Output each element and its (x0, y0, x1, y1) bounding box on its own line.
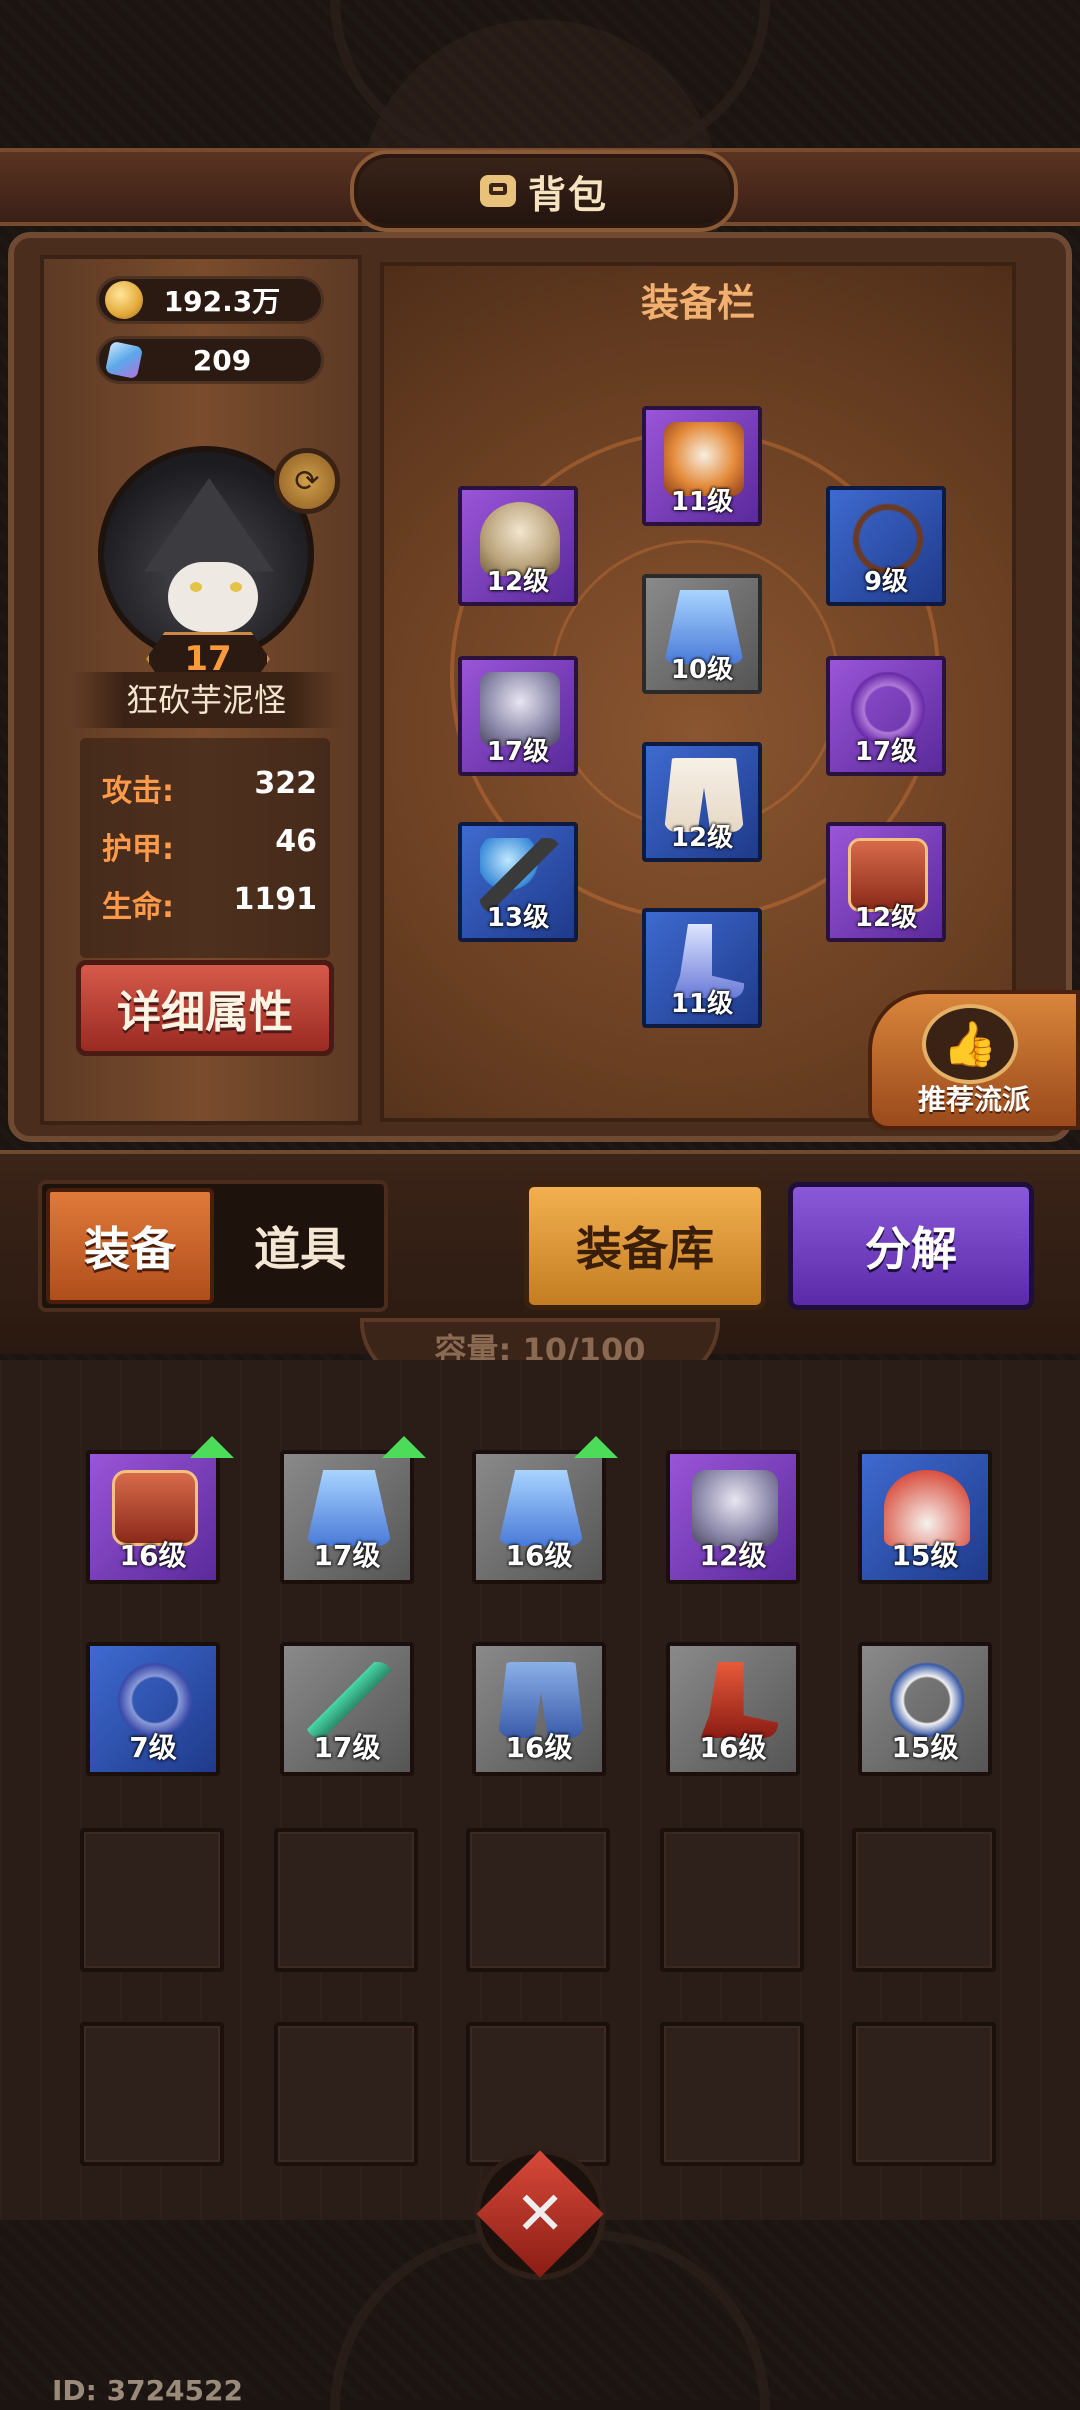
slot-level: 17级 (486, 737, 550, 767)
thumbs-up-icon: 👍 (922, 1004, 1018, 1084)
empty-inventory-slot[interactable] (274, 2022, 418, 2166)
gold-display: 192.3万 (96, 276, 324, 324)
empty-inventory-slot[interactable] (80, 2022, 224, 2166)
page-title-text: 背包 (527, 172, 608, 217)
gold-coin-icon (105, 281, 143, 319)
gem-icon (104, 340, 144, 380)
item-level: 17级 (313, 1539, 381, 1572)
decompose-button[interactable]: 分解 (788, 1182, 1034, 1310)
stat-attack: 攻击: 322 (102, 766, 317, 810)
item-level: 15级 (891, 1539, 959, 1572)
gem-amount: 209 (192, 343, 252, 377)
close-button[interactable]: ✕ (474, 2148, 606, 2280)
slot-level: 13级 (486, 903, 550, 933)
hero-eye (230, 582, 242, 592)
slot-level: 17级 (854, 737, 918, 767)
inventory-item[interactable]: 17级 (280, 1450, 414, 1584)
page-title: 背包 (350, 150, 738, 232)
upgrade-arrow-icon (574, 1436, 618, 1458)
close-icon: ✕ (476, 2150, 604, 2278)
detail-attributes-button[interactable]: 详细属性 (76, 960, 334, 1056)
hero-eye (190, 582, 202, 592)
refresh-icon: ⟳ (294, 463, 320, 499)
stat-value: 322 (254, 766, 317, 801)
slot-level: 12级 (670, 823, 734, 853)
inventory-item[interactable]: 16级 (86, 1450, 220, 1584)
stat-health: 生命: 1191 (102, 882, 317, 926)
upgrade-arrow-icon (190, 1436, 234, 1458)
empty-inventory-slot[interactable] (660, 2022, 804, 2166)
stat-value: 46 (275, 824, 317, 859)
equipment-warehouse-button[interactable]: 装备库 (524, 1182, 766, 1310)
equip-slot-staff[interactable]: 13级 (458, 822, 578, 942)
hero-name: 狂砍芋泥怪 (70, 672, 342, 728)
inventory-item[interactable]: 17级 (280, 1642, 414, 1776)
backpack-icon (479, 175, 516, 207)
upgrade-arrow-icon (382, 1436, 426, 1458)
item-level: 16级 (699, 1731, 767, 1764)
stat-value: 1191 (233, 882, 318, 917)
slot-level: 11级 (670, 487, 734, 517)
tab-equipment[interactable]: 装备 (46, 1188, 214, 1304)
slot-level: 10级 (670, 655, 734, 685)
slot-level: 11级 (670, 989, 734, 1019)
empty-inventory-slot[interactable] (466, 1828, 610, 1972)
inventory-item[interactable]: 7级 (86, 1642, 220, 1776)
equip-slot-pants[interactable]: 12级 (642, 742, 762, 862)
equip-slot-boots[interactable]: 11级 (642, 908, 762, 1028)
item-level: 12级 (699, 1539, 767, 1572)
inventory-item[interactable]: 15级 (858, 1450, 992, 1584)
hero-face (168, 562, 258, 632)
stat-armor: 护甲: 46 (102, 824, 317, 868)
inventory-item[interactable]: 16级 (472, 1450, 606, 1584)
item-level: 16级 (505, 1539, 573, 1572)
gem-display: 209 (96, 336, 324, 384)
equip-slot-gauntlet[interactable]: 17级 (458, 656, 578, 776)
stat-label: 生命: (102, 890, 174, 925)
item-level: 17级 (313, 1731, 381, 1764)
equip-slot-necklace[interactable]: 9级 (826, 486, 946, 606)
recommend-build-button[interactable]: 👍 推荐流派 (868, 990, 1080, 1130)
item-level: 16级 (119, 1539, 187, 1572)
stat-label: 护甲: (102, 832, 174, 867)
slot-level: 12级 (486, 567, 550, 597)
inventory-item[interactable]: 16级 (472, 1642, 606, 1776)
item-level: 15级 (891, 1731, 959, 1764)
empty-inventory-slot[interactable] (466, 2022, 610, 2166)
inventory-item[interactable]: 12级 (666, 1450, 800, 1584)
equip-slot-ring[interactable]: 17级 (826, 656, 946, 776)
empty-inventory-slot[interactable] (274, 1828, 418, 1972)
equip-slot-tome[interactable]: 12级 (826, 822, 946, 942)
item-level: 7级 (129, 1731, 177, 1764)
inventory-item[interactable]: 15级 (858, 1642, 992, 1776)
swap-hero-button[interactable]: ⟳ (274, 448, 340, 514)
equip-slot-mask[interactable]: 11级 (642, 406, 762, 526)
item-level: 16级 (505, 1731, 573, 1764)
empty-inventory-slot[interactable] (852, 1828, 996, 1972)
slot-level: 9级 (863, 567, 909, 597)
gold-amount: 192.3万 (163, 285, 281, 318)
stat-label: 攻击: (102, 774, 174, 809)
equip-slot-cape[interactable]: 10级 (642, 574, 762, 694)
equipment-panel-title: 装备栏 (640, 281, 755, 325)
empty-inventory-slot[interactable] (852, 2022, 996, 2166)
recommend-build-label: 推荐流派 (917, 1083, 1030, 1116)
tab-items[interactable]: 道具 (218, 1188, 382, 1304)
slot-level: 12级 (854, 903, 918, 933)
empty-inventory-slot[interactable] (660, 1828, 804, 1972)
empty-inventory-slot[interactable] (80, 1828, 224, 1972)
equip-slot-helmet[interactable]: 12级 (458, 486, 578, 606)
inventory-item[interactable]: 16级 (666, 1642, 800, 1776)
user-id: ID: 3724522 (52, 2374, 243, 2407)
